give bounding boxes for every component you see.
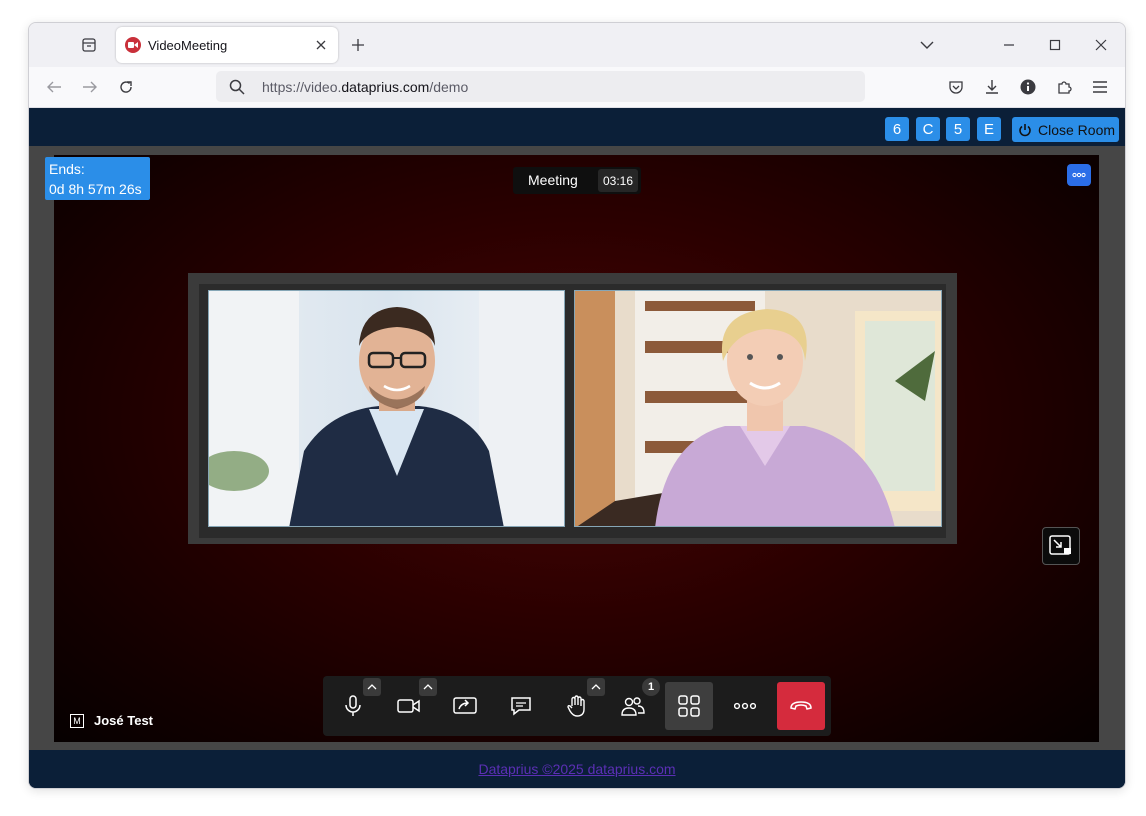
power-icon: [1017, 122, 1033, 138]
microphone-options-caret-icon[interactable]: [363, 678, 381, 696]
reactions-caret-icon[interactable]: [587, 678, 605, 696]
back-arrow-icon[interactable]: [44, 77, 64, 97]
participants-count-badge: 1: [642, 678, 660, 696]
web-page: 6 C 5 E Close Room Ends: 0d 8h 57m 26s M…: [29, 108, 1125, 788]
pocket-icon[interactable]: [946, 77, 966, 97]
grid-view-icon: [678, 695, 700, 717]
video-stage: Ends: 0d 8h 57m 26s Meeting 03:16 M José…: [45, 155, 1099, 742]
tile-view-button[interactable]: [665, 682, 713, 730]
more-actions-button[interactable]: [721, 682, 769, 730]
ends-label: Ends:: [49, 161, 85, 177]
list-all-tabs-icon[interactable]: [917, 35, 937, 55]
room-name: Meeting: [528, 172, 578, 188]
navigation-bar: https://video.dataprius.com/demo: [29, 67, 1125, 108]
participant-name-tag: M José Test: [70, 713, 153, 728]
share-screen-button[interactable]: [441, 682, 489, 730]
participant-video-tile[interactable]: [574, 290, 942, 527]
close-window-icon[interactable]: [1091, 35, 1111, 55]
video-grid: [188, 273, 957, 544]
footer-copyright-link[interactable]: Dataprius ©2025 dataprius.com: [478, 761, 675, 777]
leave-meeting-button[interactable]: [777, 682, 825, 730]
participant-video-woman: [575, 291, 941, 526]
share-screen-icon: [453, 697, 477, 714]
room-expiry-badge: Ends: 0d 8h 57m 26s: [45, 157, 150, 200]
ellipsis-icon: [734, 702, 756, 710]
close-room-label: Close Room: [1038, 121, 1116, 138]
meeting-timer: Meeting 03:16: [513, 167, 641, 194]
close-tab-icon[interactable]: [312, 36, 330, 54]
forward-arrow-icon[interactable]: [80, 77, 100, 97]
new-tab-icon[interactable]: [348, 35, 368, 55]
room-code-char: C: [916, 117, 940, 141]
reload-icon[interactable]: [116, 77, 136, 97]
more-options-button[interactable]: [1067, 164, 1091, 186]
picture-in-picture-icon: [1049, 535, 1071, 555]
room-header: 6 C 5 E Close Room: [29, 108, 1125, 146]
page-footer: Dataprius ©2025 dataprius.com: [29, 750, 1125, 788]
chat-bubble-icon: [511, 697, 531, 716]
participant-video-man: [209, 291, 564, 526]
participant-name: José Test: [94, 713, 154, 728]
microphone-icon: [345, 695, 361, 716]
video-camera-icon: [397, 699, 420, 713]
raise-hand-icon: [567, 695, 585, 717]
address-bar[interactable]: https://video.dataprius.com/demo: [216, 71, 865, 102]
room-code-char: 5: [946, 117, 970, 141]
downloads-icon[interactable]: [982, 77, 1002, 97]
firefox-view-icon[interactable]: [79, 35, 99, 55]
browser-tab[interactable]: VideoMeeting: [116, 27, 338, 63]
account-info-icon[interactable]: [1018, 77, 1038, 97]
close-room-button[interactable]: Close Room: [1012, 117, 1119, 142]
chat-button[interactable]: [497, 682, 545, 730]
video-camera-favicon-icon: [125, 37, 141, 53]
ends-countdown: 0d 8h 57m 26s: [49, 181, 142, 197]
participant-initial-badge: M: [70, 713, 84, 728]
elapsed-time: 03:16: [598, 169, 638, 192]
browser-window: VideoMeeting https://video.dataprius.com…: [28, 22, 1126, 789]
camera-options-caret-icon[interactable]: [419, 678, 437, 696]
extensions-icon[interactable]: [1054, 77, 1074, 97]
tab-strip: VideoMeeting: [29, 23, 1125, 67]
room-code-char: E: [977, 117, 1001, 141]
tab-title: VideoMeeting: [148, 38, 228, 53]
room-code-char: 6: [885, 117, 909, 141]
search-icon: [229, 79, 245, 95]
url-text: https://video.dataprius.com/demo: [262, 79, 469, 95]
minimize-window-icon[interactable]: [999, 35, 1019, 55]
participant-video-tile[interactable]: [208, 290, 565, 527]
meeting-toolbar: 1: [323, 676, 831, 736]
maximize-window-icon[interactable]: [1045, 35, 1065, 55]
participants-icon: [621, 697, 645, 716]
picture-in-picture-button[interactable]: [1042, 527, 1080, 565]
hang-up-icon: [790, 701, 812, 710]
menu-hamburger-icon[interactable]: [1090, 77, 1110, 97]
